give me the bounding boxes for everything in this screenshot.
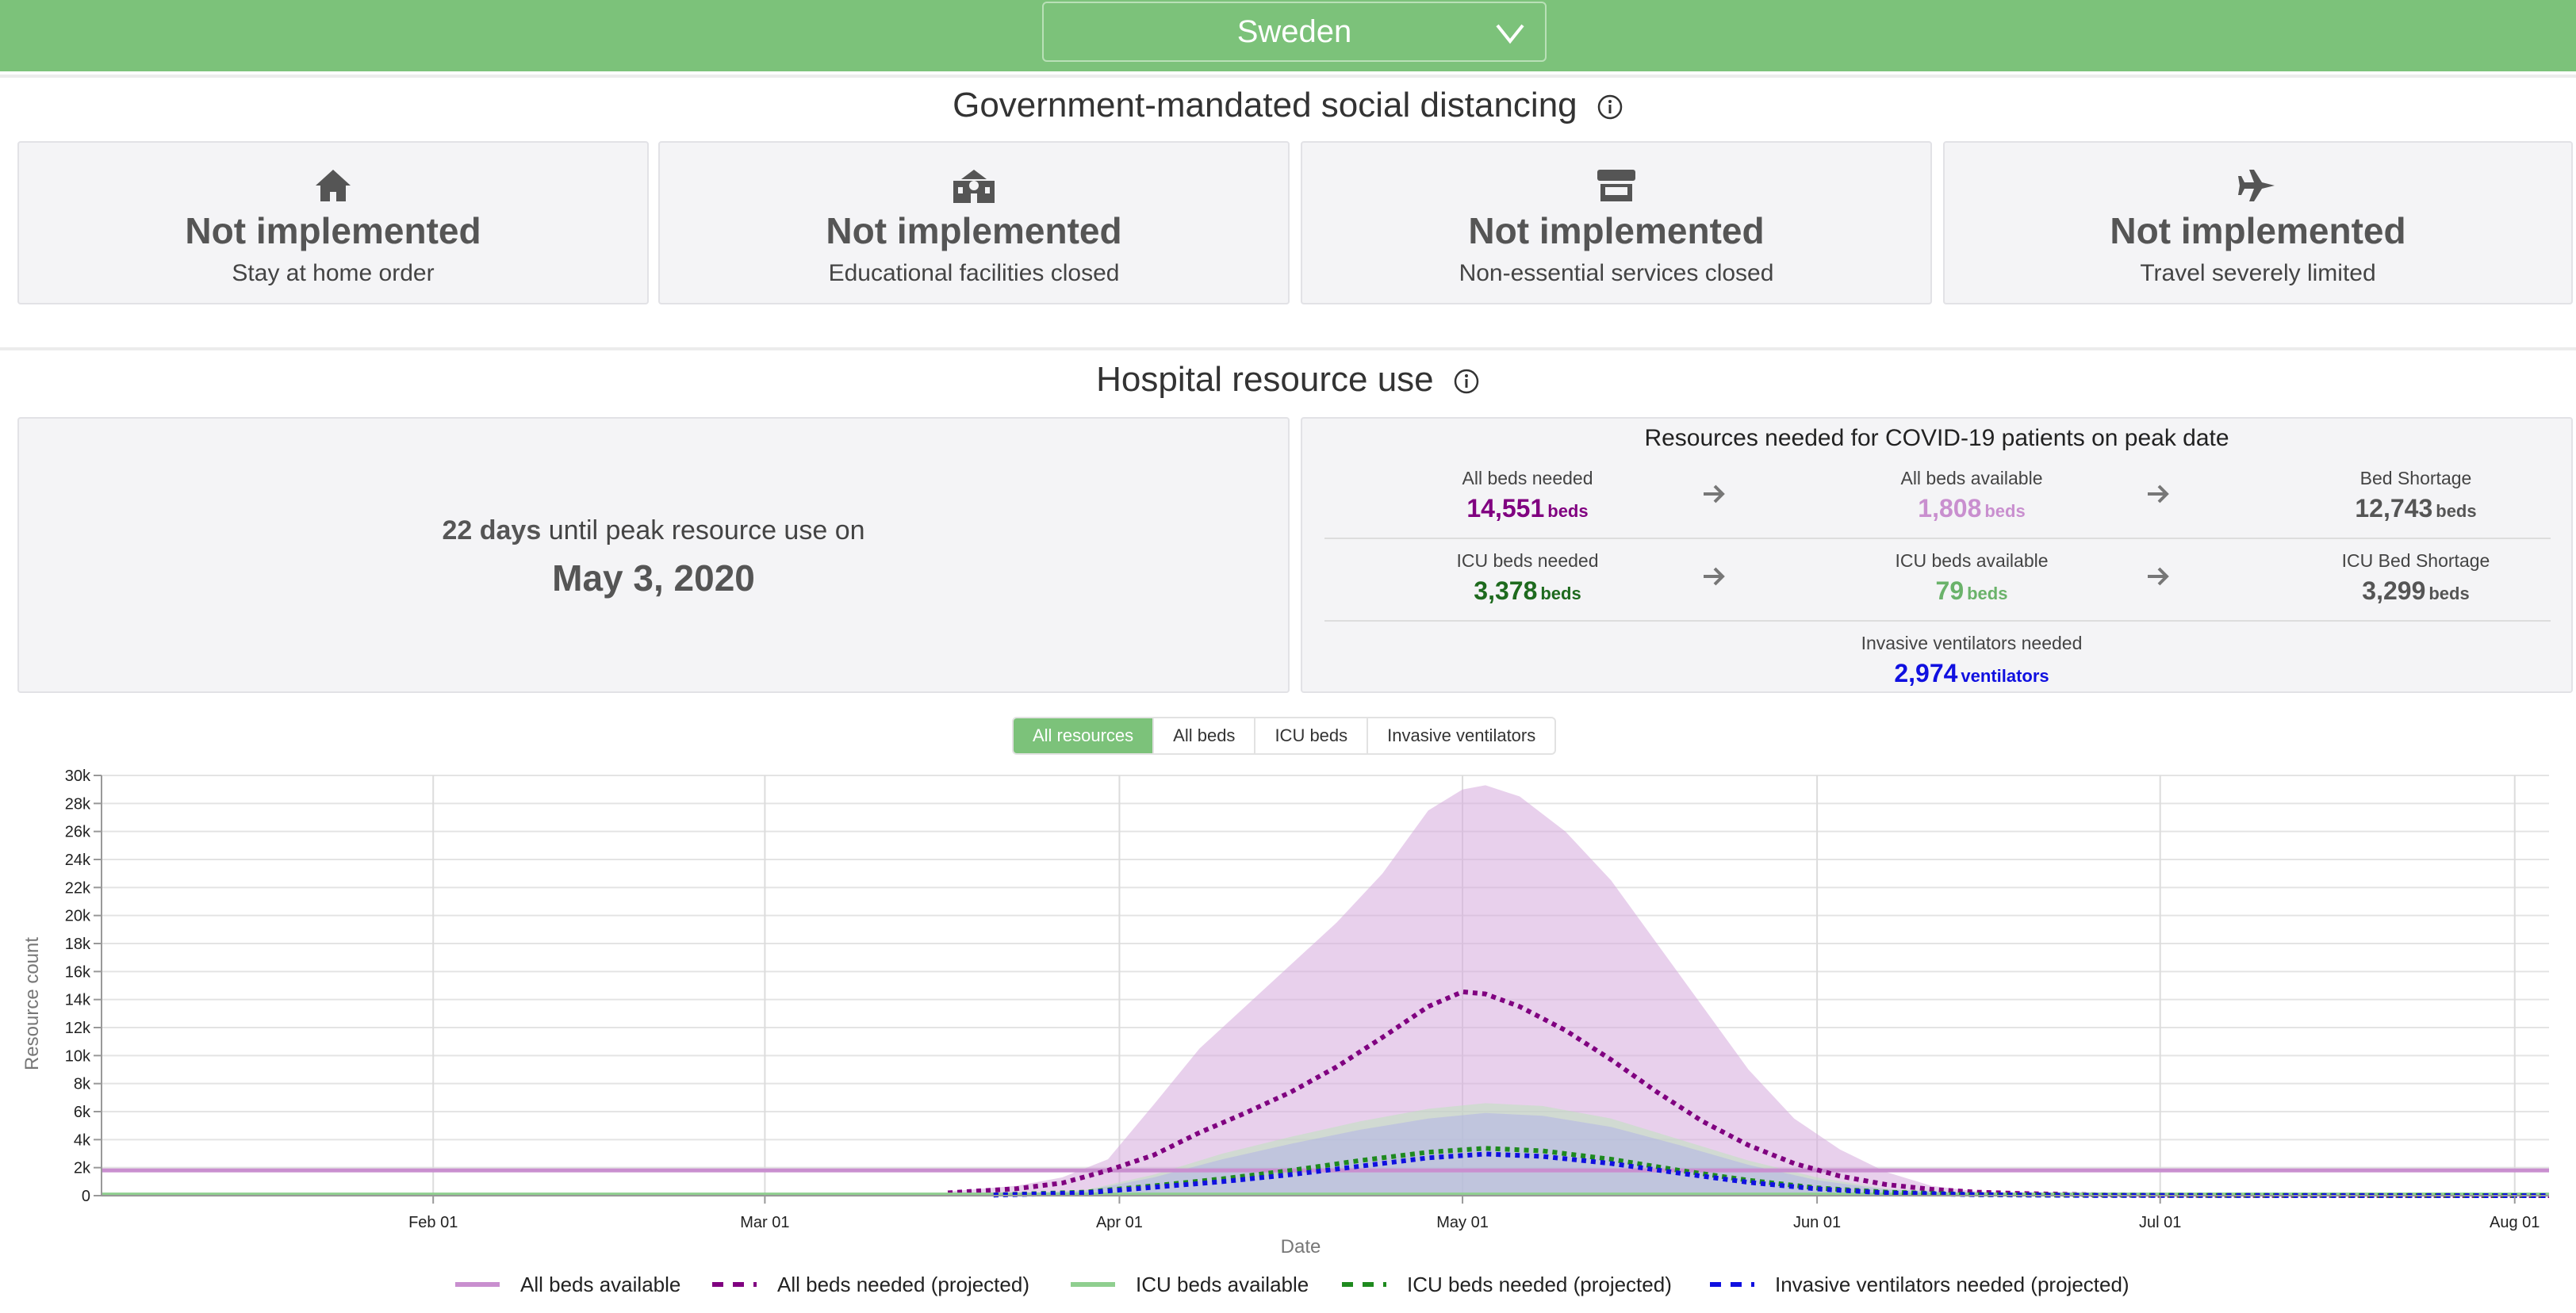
legend-label: ICU beds needed (projected) <box>1407 1273 1672 1296</box>
resource-chart: 0 2k 4k 6k 8k 10k 12k 14k 16k 18k 20k 22k 24k 26k 28k 3… <box>21 768 2550 1296</box>
x-tick-label: Aug 01 <box>2490 1214 2540 1231</box>
policy-label: Educational facilities closed <box>828 260 1120 286</box>
y-tick-label: 26k <box>65 824 91 841</box>
x-tick-label: Mar 01 <box>740 1214 789 1231</box>
policy-card-travel: Not implemented Travel severely limited <box>1943 141 2573 304</box>
resource-tabs: All resources All beds ICU beds Invasive… <box>1012 717 1557 755</box>
resources-title: Resources needed for COVID-19 patients o… <box>1644 425 2229 451</box>
info-icon[interactable] <box>1597 94 1623 121</box>
y-tick-label: 6k <box>74 1104 91 1121</box>
info-icon[interactable] <box>1453 368 1480 395</box>
legend-label: Invasive ventilators needed (projected) <box>1775 1273 2129 1296</box>
icu-bed-shortage: ICU Bed Shortage 3,299 beds <box>2341 550 2490 605</box>
policy-status: Not implemented <box>185 210 481 251</box>
country-select-value: Sweden <box>1236 13 1352 49</box>
policy-card-stay-home: Not implemented Stay at home order <box>17 141 649 304</box>
hospital-title: Hospital resource use <box>0 360 2576 400</box>
policy-label: Stay at home order <box>232 260 435 286</box>
arrow-right-icon <box>2148 567 2169 586</box>
arrow-right-icon <box>2148 484 2169 503</box>
tab-all-resources[interactable]: All resources <box>1014 718 1155 753</box>
y-tick-label: 30k <box>65 768 91 785</box>
chevron-down-icon <box>1496 24 1524 44</box>
policy-label: Non-essential services closed <box>1459 260 1774 286</box>
x-tick-label: Jul 01 <box>2139 1214 2181 1231</box>
tab-icu-beds[interactable]: ICU beds <box>1255 718 1369 753</box>
store-icon <box>1597 170 1635 201</box>
y-tick-label: 2k <box>74 1160 91 1177</box>
y-tick-label: 20k <box>65 908 91 925</box>
y-tick-label: 12k <box>65 1020 91 1037</box>
peak-text: until peak resource use on <box>548 515 865 545</box>
bed-shortage: Bed Shortage 12,743 beds <box>2355 468 2477 523</box>
policy-card-education: Not implemented Educational facilities c… <box>658 141 1290 304</box>
y-tick-label: 24k <box>65 852 91 869</box>
peak-days: 22 days <box>442 515 542 545</box>
school-icon <box>953 170 995 203</box>
airplane-icon <box>2238 170 2275 201</box>
y-axis-label: Resource count <box>21 937 43 1070</box>
y-tick-label: 4k <box>74 1131 91 1149</box>
all-beds-needed: All beds needed 14,551 beds <box>1462 468 1593 523</box>
chart-bands <box>948 785 2549 1196</box>
x-tick-label: Feb 01 <box>408 1214 458 1231</box>
y-tick-label: 28k <box>65 795 91 813</box>
x-tick-label: Jun 01 <box>1793 1214 1841 1231</box>
arrow-right-icon <box>1704 484 1725 503</box>
policy-card-services: Not implemented Non-essential services c… <box>1301 141 1932 304</box>
uncertainty-band <box>948 785 2549 1196</box>
peak-card: 22 days until peak resource use on May 3… <box>17 417 1290 693</box>
y-tick-label: 14k <box>65 992 91 1009</box>
home-icon <box>316 170 351 201</box>
icu-beds-available: ICU beds available 79 beds <box>1895 550 2049 605</box>
y-tick-label: 8k <box>74 1076 91 1093</box>
legend-label: All beds available <box>520 1273 680 1296</box>
y-tick-label: 16k <box>65 963 91 981</box>
y-tick-label: 10k <box>65 1047 91 1065</box>
all-beds-available: All beds available 1,808 beds <box>1900 468 2043 523</box>
icu-beds-needed: ICU beds needed 3,378 beds <box>1456 550 1599 605</box>
tab-all-beds[interactable]: All beds <box>1154 718 1256 753</box>
policy-status: Not implemented <box>2110 210 2406 251</box>
x-tick-label: Apr 01 <box>1096 1214 1143 1231</box>
distancing-title: Government-mandated social distancing <box>0 86 2576 125</box>
divider <box>1324 620 2551 622</box>
y-tick-label: 0 <box>82 1188 90 1205</box>
divider <box>1324 538 2551 539</box>
policy-status: Not implemented <box>1468 210 1765 251</box>
peak-countdown: 22 days until peak resource use on <box>19 515 1288 546</box>
policy-status: Not implemented <box>826 210 1122 251</box>
x-axis-label: Date <box>1281 1236 1321 1257</box>
peak-date: May 3, 2020 <box>552 557 755 599</box>
x-tick-label: May 01 <box>1436 1214 1489 1231</box>
resources-card: Resources needed for COVID-19 patients o… <box>1301 417 2573 693</box>
legend-label: ICU beds available <box>1136 1273 1309 1296</box>
y-tick-label: 18k <box>65 936 91 953</box>
arrow-right-icon <box>1704 567 1725 586</box>
policy-label: Travel severely limited <box>2140 260 2376 286</box>
chart-legend: All beds available All beds needed (proje… <box>455 1273 2129 1296</box>
ventilators-needed: Invasive ventilators needed 2,974 ventila… <box>1861 633 2083 687</box>
top-bar: Sweden <box>0 0 2576 71</box>
legend-label: All beds needed (projected) <box>777 1273 1029 1296</box>
y-tick-label: 22k <box>65 879 91 897</box>
country-select[interactable]: Sweden <box>1042 2 1547 62</box>
tab-invasive-ventilators[interactable]: Invasive ventilators <box>1368 718 1554 753</box>
